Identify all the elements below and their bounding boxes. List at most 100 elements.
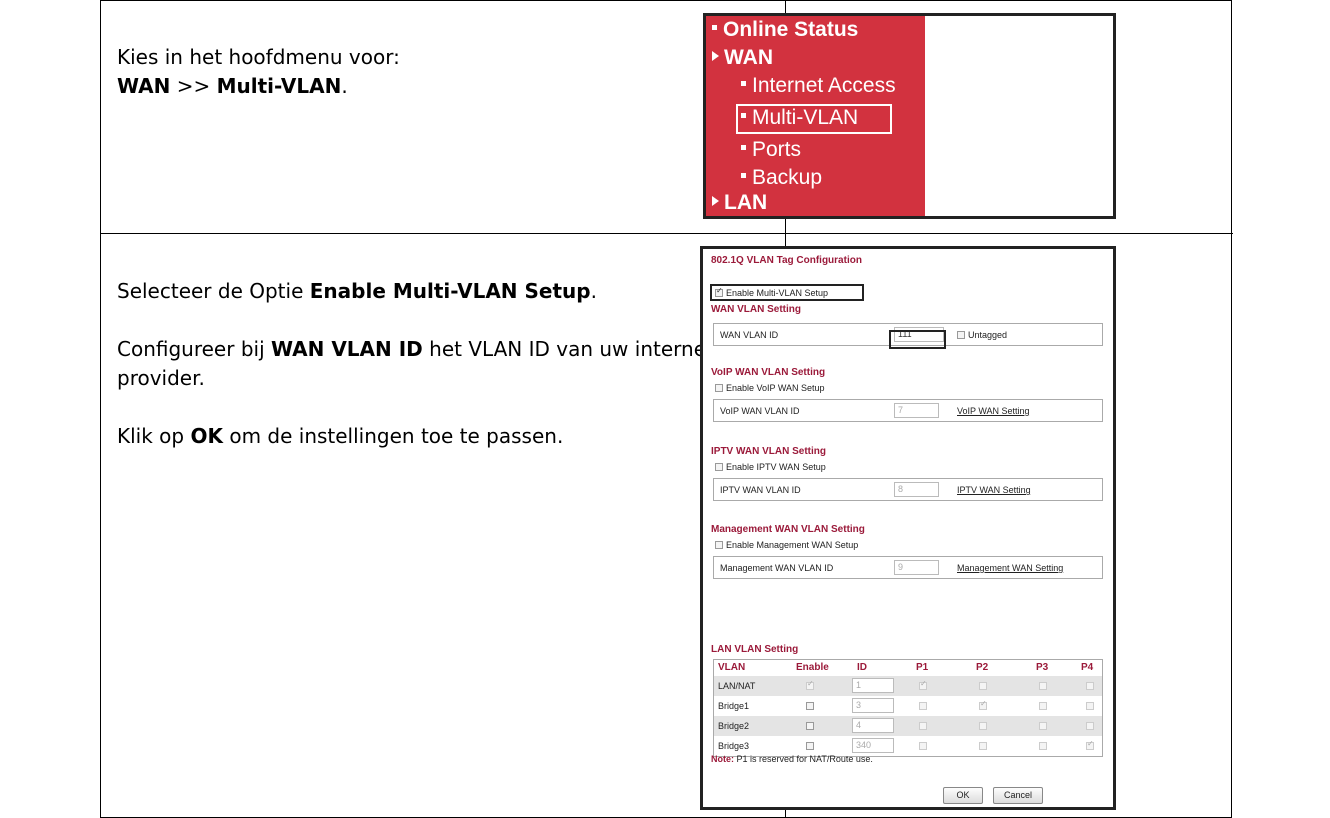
p1-checkbox[interactable] (919, 679, 927, 690)
mgmt-enable-checkbox[interactable]: Enable Management WAN Setup (715, 540, 858, 550)
menu-wan-label: WAN (724, 46, 773, 69)
step2-text: Selecteer de Optie Enable Multi-VLAN Set… (117, 277, 767, 480)
p2-checkbox[interactable] (979, 699, 987, 710)
p2-checkbox[interactable] (979, 742, 987, 750)
enable-checkbox[interactable] (806, 679, 814, 690)
col-p4: P4 (1081, 662, 1094, 673)
voip-section-title: VoIP WAN VLAN Setting (711, 367, 826, 378)
step1-end: . (341, 74, 348, 98)
menu-ports[interactable]: Ports (741, 138, 801, 162)
note: Note: P1 is reserved for NAT/Route use. (711, 754, 873, 764)
menu-wan[interactable]: WAN (712, 46, 773, 70)
vlan-name: Bridge3 (718, 741, 750, 751)
p2-pre: Configureer bij (117, 337, 271, 361)
expand-arrow-icon (712, 51, 719, 62)
enable-checkbox[interactable] (806, 702, 814, 710)
menu-screenshot: Online Status WAN Internet Access Multi-… (703, 13, 1116, 219)
p3-checkbox[interactable] (1039, 702, 1047, 710)
p4-checkbox[interactable] (1086, 702, 1094, 710)
p1-checkbox[interactable] (919, 702, 927, 710)
voip-vlan-row: VoIP WAN VLAN ID 7 VoIP WAN Setting (713, 399, 1103, 422)
checkbox-icon (715, 462, 723, 471)
vlan-id-input[interactable]: 340 (852, 738, 894, 753)
step1-wan: WAN (117, 74, 171, 98)
menu-online-status-label: Online Status (723, 18, 859, 41)
ok-button[interactable]: OK (943, 787, 983, 804)
p2-checkbox[interactable] (979, 722, 987, 730)
p1-post: . (590, 279, 597, 303)
iptv-vlan-id-input[interactable]: 8 (894, 482, 939, 497)
menu-online-status[interactable]: Online Status (712, 18, 858, 42)
step1-text: Kies in het hoofdmenu voor: WAN >> Multi… (117, 43, 757, 101)
checkbox-icon (957, 330, 965, 339)
p1-checkbox[interactable] (919, 742, 927, 750)
iptv-vlan-row: IPTV WAN VLAN ID 8 IPTV WAN Setting (713, 478, 1103, 501)
wan-section-title: WAN VLAN Setting (711, 304, 801, 315)
p3-pre: Klik op (117, 424, 191, 448)
iptv-enable-checkbox[interactable]: Enable IPTV WAN Setup (715, 462, 826, 472)
bullet-icon (712, 24, 717, 30)
vlan-name: Bridge1 (718, 701, 750, 711)
step1-multivlan: Multi-VLAN (216, 74, 342, 98)
table-row: Bridge3 340 (714, 736, 1102, 756)
voip-id-label: VoIP WAN VLAN ID (720, 406, 800, 416)
checkbox-icon (715, 383, 723, 392)
p3-checkbox[interactable] (1039, 682, 1047, 690)
col-enable: Enable (796, 662, 829, 673)
p3-checkbox[interactable] (1039, 722, 1047, 730)
step1-line1: Kies in het hoofdmenu voor: (117, 45, 400, 69)
menu-backup[interactable]: Backup (741, 166, 822, 190)
mgmt-vlan-id-input[interactable]: 9 (894, 560, 939, 575)
menu-internet-access-label: Internet Access (752, 74, 896, 97)
step2-para1: Selecteer de Optie Enable Multi-VLAN Set… (117, 277, 767, 306)
step1-sep: >> (170, 74, 217, 98)
config-title: 802.1Q VLAN Tag Configuration (711, 255, 862, 266)
voip-wan-setting-link[interactable]: VoIP WAN Setting (957, 406, 1030, 416)
table-row: Bridge2 4 (714, 716, 1102, 736)
menu-lan-label: LAN (724, 191, 768, 214)
menu-panel: Online Status WAN Internet Access Multi-… (706, 16, 925, 216)
enable-checkbox[interactable] (806, 742, 814, 750)
table-row: LAN/NAT 1 (714, 676, 1102, 696)
voip-enable-label: Enable VoIP WAN Setup (726, 383, 825, 393)
vlan-id-input[interactable]: 1 (852, 678, 894, 693)
table-body: LAN/NAT 1 Bridge1 3 Bridge2 4 Bridge3 340 (714, 676, 1102, 756)
p2-checkbox[interactable] (979, 682, 987, 690)
menu-backup-label: Backup (752, 166, 823, 189)
p3-bold: OK (190, 424, 223, 448)
iptv-wan-setting-link[interactable]: IPTV WAN Setting (957, 485, 1031, 495)
vlan-name: Bridge2 (718, 721, 750, 731)
col-id: ID (857, 662, 867, 673)
highlight-box (710, 284, 864, 301)
lan-section-title: LAN VLAN Setting (711, 644, 799, 655)
p4-checkbox[interactable] (1086, 682, 1094, 690)
p1-checkbox[interactable] (919, 722, 927, 730)
p2-bold: WAN VLAN ID (270, 337, 423, 361)
p3-checkbox[interactable] (1039, 742, 1047, 750)
voip-vlan-id-input[interactable]: 7 (894, 403, 939, 418)
vlan-config-screenshot: 802.1Q VLAN Tag Configuration Enable Mul… (700, 246, 1116, 810)
table-header: VLAN Enable ID P1 P2 P3 P4 (714, 660, 1102, 676)
p1-bold: Enable Multi-VLAN Setup (309, 279, 591, 303)
mgmt-section-title: Management WAN VLAN Setting (711, 524, 865, 535)
vlan-name: LAN/NAT (718, 681, 756, 691)
iptv-id-label: IPTV WAN VLAN ID (720, 485, 801, 495)
mgmt-id-label: Management WAN VLAN ID (720, 563, 834, 573)
untagged-checkbox[interactable]: Untagged (957, 330, 1007, 340)
highlight-box (736, 104, 892, 134)
voip-enable-checkbox[interactable]: Enable VoIP WAN Setup (715, 383, 825, 393)
menu-internet-access[interactable]: Internet Access (741, 74, 896, 98)
cancel-button[interactable]: Cancel (993, 787, 1043, 804)
mgmt-wan-setting-link[interactable]: Management WAN Setting (957, 563, 1063, 573)
menu-ports-label: Ports (752, 138, 802, 161)
menu-lan[interactable]: LAN (712, 191, 767, 215)
step2-para2: Configureer bij WAN VLAN ID het VLAN ID … (117, 335, 767, 393)
p1-pre: Selecteer de Optie (117, 279, 310, 303)
vlan-id-input[interactable]: 3 (852, 698, 894, 713)
p4-checkbox[interactable] (1086, 739, 1094, 750)
vlan-id-input[interactable]: 4 (852, 718, 894, 733)
p4-checkbox[interactable] (1086, 722, 1094, 730)
enable-checkbox[interactable] (806, 722, 814, 730)
note-text: P1 is reserved for NAT/Route use. (734, 754, 873, 764)
iptv-section-title: IPTV WAN VLAN Setting (711, 446, 826, 457)
